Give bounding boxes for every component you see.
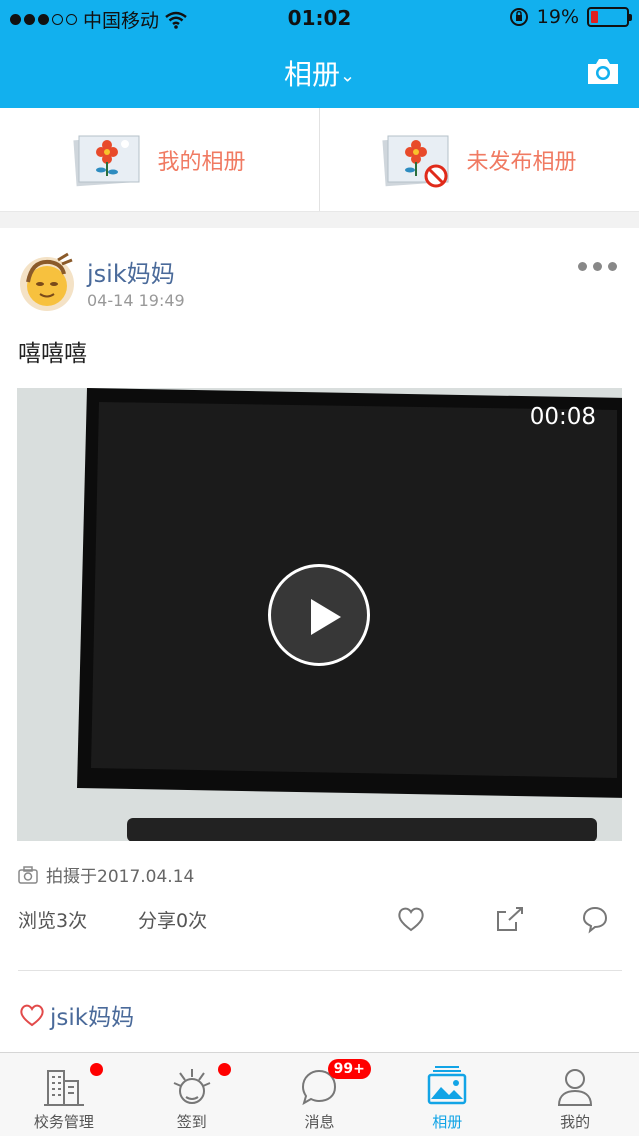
post-author[interactable]: jsik妈妈: [87, 254, 175, 289]
play-button[interactable]: [268, 564, 370, 666]
check-in-icon: [173, 1069, 211, 1104]
avatar[interactable]: [18, 252, 76, 312]
my-albums-button[interactable]: 我的相册: [0, 108, 319, 211]
video-thumbnail-keyboard: [127, 818, 597, 841]
camera-small-icon: [18, 865, 38, 884]
share-count: 分享0次: [138, 910, 208, 932]
tab-bar: 校务管理 签到 99+ 消息 相册 我的: [0, 1052, 639, 1136]
unpublished-albums-label: 未发布相册: [466, 149, 577, 175]
camera-icon[interactable]: [585, 56, 621, 86]
liked-by-name[interactable]: jsik妈妈: [50, 998, 134, 1032]
unread-badge: 99+: [327, 1059, 371, 1079]
tab-label: 校务管理: [33, 1113, 94, 1131]
album-entries: 我的相册 未发布相册: [0, 108, 639, 212]
tab-school-management[interactable]: 校务管理: [0, 1053, 128, 1136]
album-title-dropdown[interactable]: 相册⌄: [0, 53, 639, 93]
heart-liked-icon: [20, 1004, 44, 1027]
tab-messages[interactable]: 99+ 消息: [256, 1053, 384, 1136]
video-duration: 00:08: [529, 404, 596, 430]
tab-album[interactable]: 相册: [383, 1053, 511, 1136]
chevron-down-icon: ⌄: [339, 65, 356, 87]
tab-profile[interactable]: 我的: [511, 1053, 639, 1136]
divider: [18, 970, 622, 971]
notification-dot: [90, 1063, 103, 1076]
album-post: jsik妈妈 04-14 19:49 嘻嘻嘻 00:08 拍摄于2017.04.…: [0, 228, 639, 1052]
taken-date: 拍摄于2017.04.14: [46, 867, 195, 887]
post-caption: 嘻嘻嘻: [18, 341, 87, 367]
page-title: 相册: [283, 58, 340, 91]
comment-icon[interactable]: [580, 904, 610, 934]
my-albums-label: 我的相册: [157, 149, 246, 175]
tab-label: 消息: [304, 1113, 335, 1131]
post-time: 04-14 19:49: [87, 291, 185, 310]
unpublished-albums-button[interactable]: 未发布相册: [319, 108, 639, 211]
photo-album-icon: [73, 135, 140, 186]
status-right: 19%: [509, 6, 632, 28]
heart-icon[interactable]: [396, 904, 426, 934]
notification-dot: [217, 1063, 231, 1076]
tab-label: 签到: [176, 1113, 207, 1131]
album-tab-icon: [428, 1066, 467, 1105]
battery-percent: 19%: [536, 6, 579, 28]
navigation-bar: 相册⌄: [0, 36, 639, 108]
battery-icon: [587, 7, 632, 27]
liked-by-row: jsik妈妈: [18, 998, 134, 1032]
view-count: 浏览3次: [18, 910, 88, 932]
tab-label: 相册: [432, 1113, 463, 1131]
orientation-lock-icon: [509, 8, 528, 26]
share-icon[interactable]: [494, 904, 524, 934]
tab-label: 我的: [560, 1113, 591, 1131]
video-player[interactable]: 00:08: [17, 388, 622, 841]
building-icon: [43, 1070, 84, 1106]
person-icon: [558, 1069, 593, 1106]
unpublished-album-icon: [382, 135, 449, 187]
status-bar: 中国移动 01:02 19%: [0, 0, 639, 36]
taken-date-row: 拍摄于2017.04.14: [18, 862, 194, 887]
more-options-icon[interactable]: [578, 262, 617, 271]
tab-check-in[interactable]: 签到: [128, 1053, 256, 1136]
section-gap: [0, 212, 639, 228]
